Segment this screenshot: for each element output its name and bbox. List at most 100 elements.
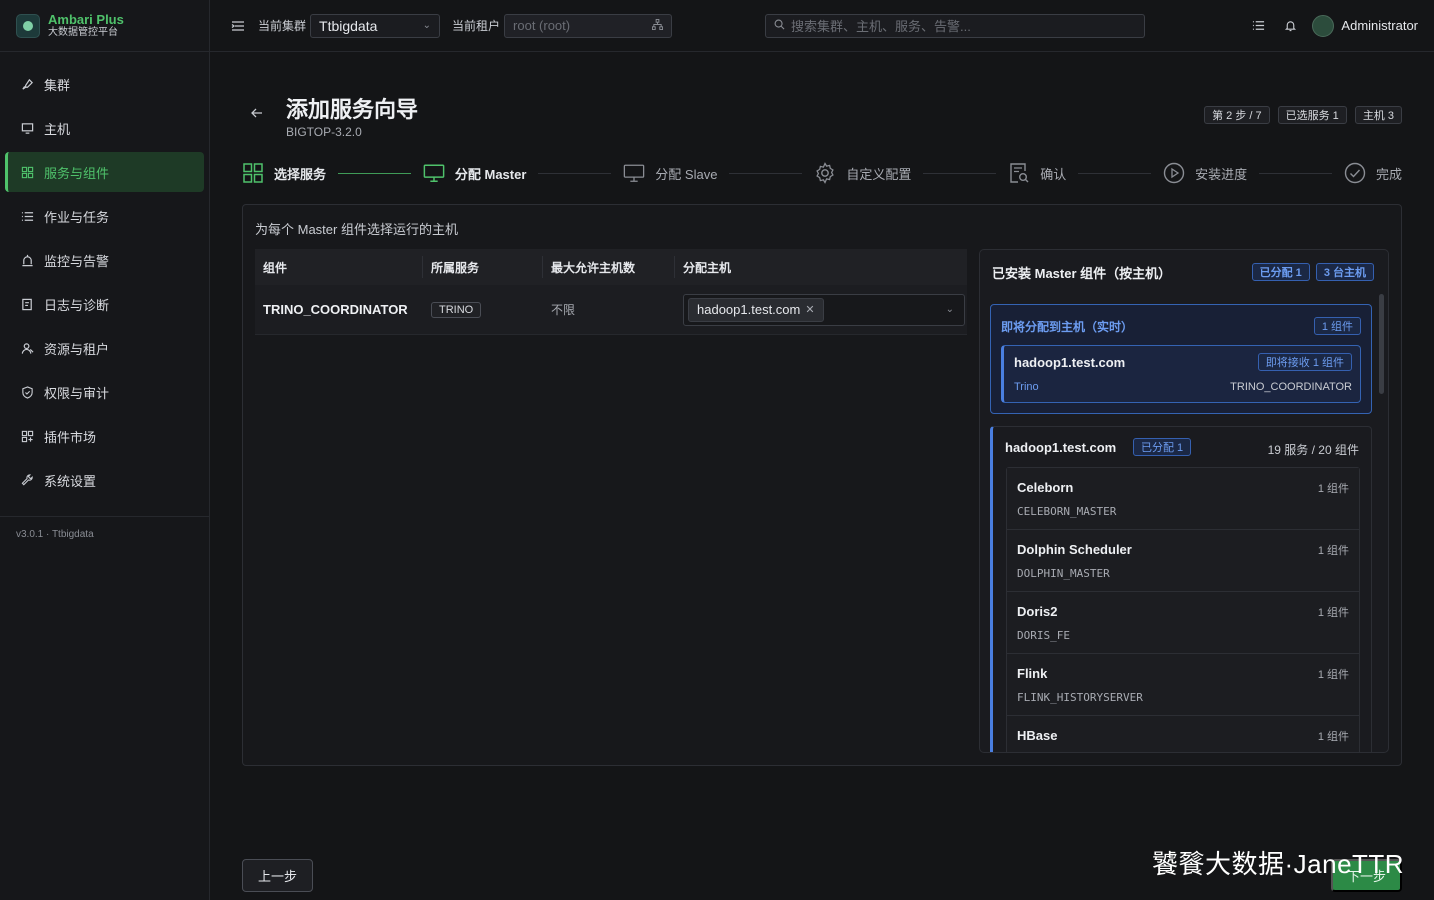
sidebar-item-hosts[interactable]: 主机 [5,108,204,148]
sidebar-item-settings[interactable]: 系统设置 [5,460,204,500]
step-connector [1259,172,1332,174]
menu-toggle-icon[interactable] [230,18,246,34]
column-header: 组件 [255,256,423,278]
sidebar-item-logs[interactable]: 日志与诊断 [5,284,204,324]
step-badge: 第 2 步 / 7 [1204,106,1270,124]
component-name: TRINO_COORDINATOR [263,302,408,317]
list-view-icon[interactable] [1250,18,1266,34]
max-hosts: 不限 [551,303,576,317]
tenant-value: root (root) [513,18,571,33]
sidebar-item-label: 资源与租户 [44,341,110,357]
step-label: 安装进度 [1195,166,1248,182]
host-block: hadoop1.test.com 已分配 1 19 服务 / 20 组件 Cel… [990,426,1372,752]
step-assign-slave[interactable]: 分配 Slave [623,162,717,184]
close-icon[interactable]: ✕ [805,303,814,316]
table-header: 组件 所属服务 最大允许主机数 分配主机 [255,249,967,285]
list-item: Dolphin Scheduler 1 组件 DOLPHIN_MASTER [1007,530,1359,592]
service-name: HBase [1017,728,1058,743]
step-custom-config[interactable]: 自定义配置 [814,162,911,184]
sidebar-item-services[interactable]: 服务与组件 [5,152,204,192]
sidebar-item-monitoring[interactable]: 监控与告警 [5,240,204,280]
monitor-icon [20,121,34,135]
logo-icon [16,13,40,38]
sidebar-item-permissions[interactable]: 权限与审计 [5,372,204,412]
component-id: DORIS_FE [1017,629,1070,642]
monitor-icon [423,162,445,184]
component-count: 1 组件 [1317,607,1349,619]
scrollbar[interactable] [1379,294,1384,394]
wizard-steps: 选择服务 分配 Master 分配 Slave 自定义配置 确认 安装进度 完成 [242,160,1402,186]
sidebar-item-label: 日志与诊断 [44,297,110,313]
step-connector [729,172,803,174]
step-select-services[interactable]: 选择服务 [242,162,326,184]
avatar[interactable] [1312,14,1335,37]
component-id: CELEBORN_MASTER [1017,505,1117,518]
host-summary: 19 服务 / 20 组件 [1267,443,1359,457]
version-text: v3.0.1 · Ttbigdata [16,529,94,540]
gear-icon [814,162,836,184]
users-icon [20,341,34,355]
list-item: HBase 1 组件 [1007,716,1359,752]
host-chip[interactable]: hadoop1.test.com ✕ [688,297,824,322]
table-row: TRINO_COORDINATOR TRINO 不限 hadoop1.test.… [255,285,967,335]
master-assignment-table: 组件 所属服务 最大允许主机数 分配主机 TRINO_COORDINATOR T… [255,249,967,335]
sidebar-item-label: 插件市场 [44,429,97,445]
host-assigned-badge: 已分配 1 [1133,438,1192,456]
column-header: 所属服务 [423,256,543,278]
component-count: 1 组件 [1317,669,1349,681]
page-subtitle: BIGTOP-3.2.0 [286,125,362,139]
sidebar-item-cluster[interactable]: 集群 [5,64,204,104]
org-tree-icon [652,18,664,33]
component-count: 1 组件 [1317,545,1349,557]
cluster-value: Ttbigdata [319,17,378,34]
component-id: FLINK_HISTORYSERVER [1017,691,1143,704]
card-header: 已安装 Master 组件（按主机） 已分配 1 3 台主机 [980,250,1388,294]
pending-assignment-box: 即将分配到主机（实时） 1 组件 hadoop1.test.com 即将接收 1… [990,304,1372,414]
brand[interactable]: Ambari Plus 大数据管控平台 [0,0,209,52]
sidebar-item-jobs[interactable]: 作业与任务 [5,196,204,236]
host-chip-label: hadoop1.test.com [697,302,801,317]
sidebar-nav: 集群 主机 服务与组件 作业与任务 监控与告警 日志与诊断 资源与租户 权限与审… [0,52,209,517]
global-search-input[interactable]: 搜索集群、主机、服务、告警... [765,13,1145,38]
step-label: 分配 Slave [655,166,718,182]
bell-icon[interactable] [1282,18,1298,34]
top-header: 当前集群 Ttbigdata ⌄ 当前租户 root (root) 搜索集群、主… [210,0,1434,52]
prev-step-button[interactable]: 上一步 [242,859,313,892]
back-arrow-icon[interactable] [250,106,264,125]
check-circle-icon [1344,162,1366,184]
tenant-label: 当前租户 [452,19,501,33]
sidebar-item-plugins[interactable]: 插件市场 [5,416,204,456]
step-install-progress[interactable]: 安装进度 [1163,162,1247,184]
pending-host-name: hadoop1.test.com [1014,355,1126,370]
user-name[interactable]: Administrator [1341,18,1418,33]
pending-title: 即将分配到主机（实时） [1001,320,1134,334]
sidebar-item-label: 集群 [44,77,71,93]
component-count: 1 组件 [1317,483,1349,495]
log-icon [20,297,34,311]
wrench-icon [20,473,34,487]
cluster-select[interactable]: Ttbigdata ⌄ [310,13,441,38]
list-item: Flink 1 组件 FLINK_HISTORYSERVER [1007,654,1359,716]
list-icon [20,209,34,223]
puzzle-icon [20,429,34,443]
grid-icon [20,165,34,179]
document-search-icon [1008,162,1030,184]
panel-description: 为每个 Master 组件选择运行的主机 [255,222,458,237]
step-finish[interactable]: 完成 [1344,162,1402,184]
grid-icon [242,162,264,184]
list-item: Celeborn 1 组件 CELEBORN_MASTER [1007,468,1359,530]
step-assign-master[interactable]: 分配 Master [423,162,526,184]
monitor-icon [623,162,645,184]
service-name: Dolphin Scheduler [1017,542,1132,557]
step-connector [538,172,612,174]
host-select[interactable]: hadoop1.test.com ✕ ⌄ [683,293,965,326]
sidebar-item-label: 主机 [44,121,71,137]
sidebar-item-resources[interactable]: 资源与租户 [5,328,204,368]
step-connector [923,172,997,174]
pending-service: Trino [1014,381,1039,393]
step-confirm[interactable]: 确认 [1008,162,1066,184]
search-placeholder: 搜索集群、主机、服务、告警... [791,19,971,34]
chevron-down-icon[interactable]: ⌄ [946,304,954,315]
tenant-select[interactable]: root (root) [504,13,673,38]
component-count: 1 组件 [1317,731,1349,743]
